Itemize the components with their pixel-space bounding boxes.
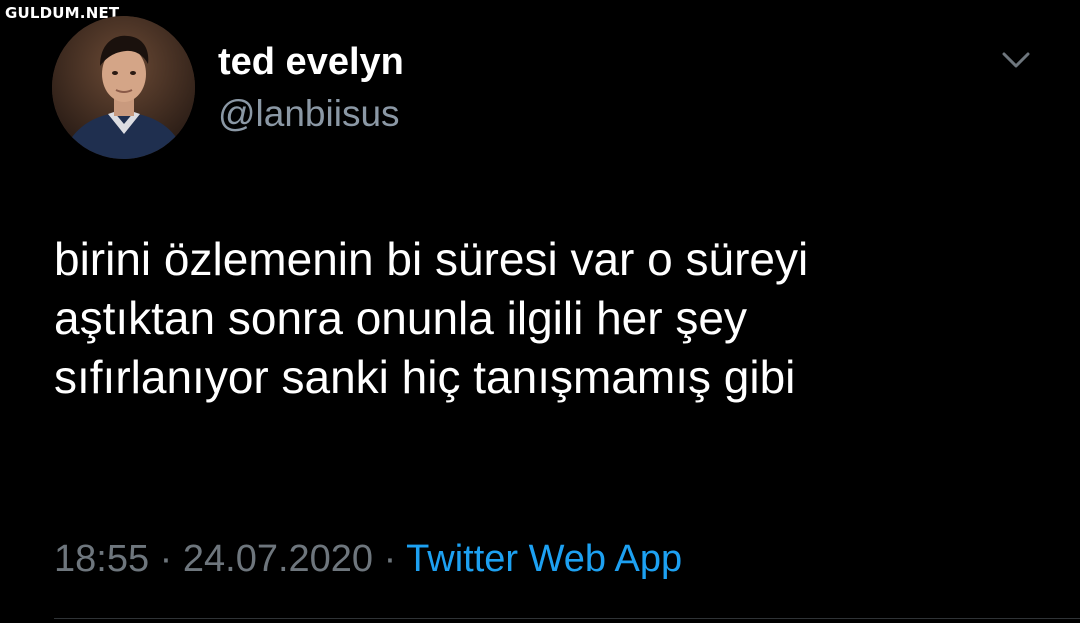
tweet-date[interactable]: 24.07.2020 — [183, 538, 373, 580]
user-handle[interactable]: @lanbiisus — [218, 91, 400, 137]
tweet-text-line: birini özlemenin bi süresi var o süreyi — [54, 233, 809, 285]
tweet-source-link[interactable]: Twitter Web App — [406, 538, 682, 580]
divider — [54, 618, 1080, 619]
tweet-text: birini özlemenin bi süresi var o süreyi … — [54, 230, 1054, 407]
tweet-text-line: sıfırlanıyor sanki hiç tanışmamış gibi — [54, 351, 796, 403]
tweet-meta: 18:55 · 24.07.2020 · Twitter Web App — [54, 534, 682, 584]
avatar-image — [52, 16, 195, 159]
chevron-down-icon[interactable] — [998, 46, 1034, 74]
meta-separator: · — [383, 538, 397, 580]
tweet-time[interactable]: 18:55 — [54, 538, 149, 580]
display-name[interactable]: ted evelyn — [218, 38, 404, 86]
tweet-text-line: aştıktan sonra onunla ilgili her şey — [54, 292, 747, 344]
meta-separator: · — [159, 538, 173, 580]
avatar[interactable] — [52, 16, 195, 159]
